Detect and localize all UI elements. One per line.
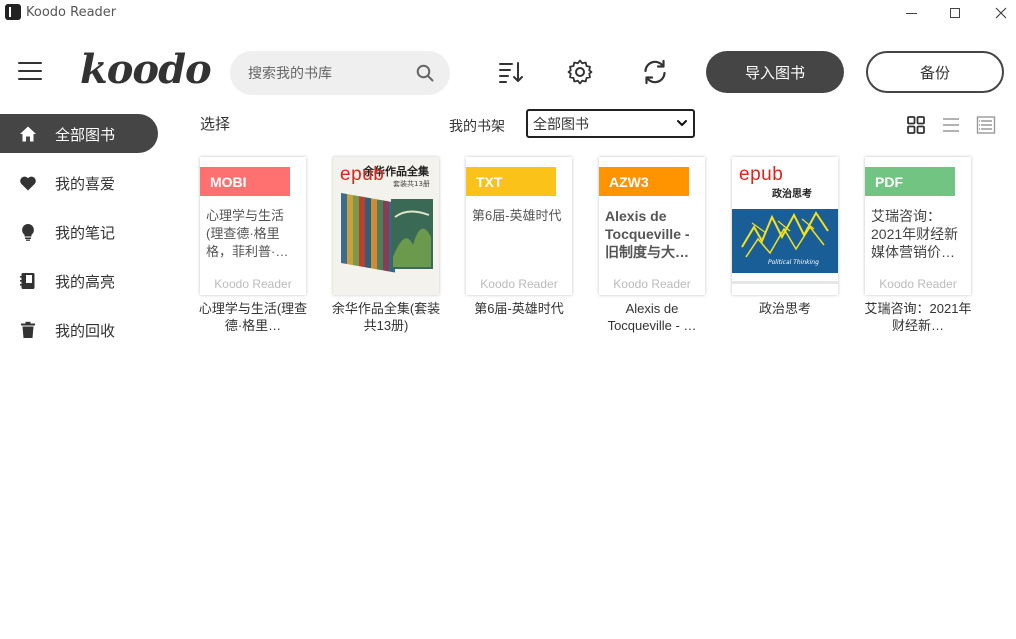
window-title: Koodo Reader [26, 5, 117, 20]
sync-icon[interactable] [641, 58, 669, 86]
book-cover[interactable]: MOBI 心理学与生活(理查德·格里格，菲利普·… Koodo Reader [200, 157, 306, 295]
book-cover[interactable]: 政治思考 Political Thinking epub [732, 157, 838, 295]
format-badge: TXT [466, 167, 556, 196]
home-icon [20, 126, 36, 142]
format-badge: PDF [865, 167, 955, 196]
cover-title: 第6届-英雄时代 [472, 208, 562, 223]
lightbulb-icon [22, 224, 34, 241]
menu-toggle-button[interactable] [18, 62, 42, 84]
book-item[interactable]: TXT 第6届-英雄时代 Koodo Reader 第6届-英雄时代 [466, 157, 572, 317]
notebook-icon [20, 273, 35, 289]
search-box[interactable] [230, 51, 450, 95]
book-item[interactable]: PDF 艾瑞咨询：2021年财经新媒体营销价… Koodo Reader 艾瑞咨… [865, 157, 971, 334]
book-item[interactable]: AZW3 Alexis de Tocqueville - 旧制度与大… Kood… [599, 157, 705, 334]
book-cover[interactable]: PDF 艾瑞咨询：2021年财经新媒体营销价… Koodo Reader [865, 157, 971, 295]
book-title: 心理学与生活(理查德·格里… [198, 301, 308, 333]
app-logo-icon [5, 4, 21, 20]
sidebar-item-label: 我的高亮 [55, 273, 116, 291]
close-button[interactable] [978, 0, 1016, 26]
shelf-select[interactable]: 全部图书 [526, 109, 695, 138]
cover-title: 心理学与生活(理查德·格里格，菲利普·… [206, 208, 289, 259]
sidebar-item-trash[interactable]: 我的回收 [0, 310, 158, 349]
sidebar-item-label: 我的喜爱 [55, 175, 116, 193]
cover-author: Koodo Reader [214, 277, 292, 291]
epub-badge: epub [340, 164, 385, 185]
epub-badge: epub [739, 164, 784, 185]
book-title: 艾瑞咨询：2021年财经新… [864, 301, 972, 333]
sidebar-item-all-books[interactable]: 全部图书 [0, 114, 158, 153]
sidebar-item-label: 全部图书 [55, 126, 116, 144]
backup-button[interactable]: 备份 [866, 51, 1004, 93]
book-cover[interactable]: TXT 第6届-英雄时代 Koodo Reader [466, 157, 572, 295]
format-badge: AZW3 [599, 167, 689, 196]
close-icon [995, 7, 1007, 19]
sidebar-item-notes[interactable]: 我的笔记 [0, 212, 158, 251]
book-title: 政治思考 [758, 301, 811, 316]
cover-text-sub: 套装共13册 [393, 180, 430, 188]
book-item[interactable]: 余华作品全集 套装共13册 epub 余华作品全集(套装共13册) [331, 157, 441, 334]
minimize-button[interactable] [888, 0, 934, 26]
search-input[interactable] [248, 63, 408, 85]
book-item[interactable]: 政治思考 Political Thinking epub 政治思考 [732, 157, 838, 317]
book-title: 第6届-英雄时代 [474, 301, 564, 316]
cover-text-sub: Political Thinking [768, 259, 819, 266]
grid-view-icon[interactable] [906, 115, 926, 135]
koodo-logo: koodo [80, 46, 212, 93]
shelf-label: 我的书架 [449, 119, 505, 135]
book-title: 余华作品全集(套装共13册) [331, 301, 441, 333]
book-title: Alexis de Tocqueville - … [607, 301, 697, 333]
format-badge: MOBI [200, 167, 290, 196]
minimize-icon [905, 12, 917, 14]
book-item[interactable]: MOBI 心理学与生活(理查德·格里格，菲利普·… Koodo Reader 心… [198, 157, 308, 334]
title-bar: Koodo Reader [0, 0, 1016, 26]
book-cover[interactable]: AZW3 Alexis de Tocqueville - 旧制度与大… Kood… [599, 157, 705, 295]
cover-title: 艾瑞咨询：2021年财经新媒体营销价… [871, 208, 959, 260]
sidebar-item-label: 我的笔记 [55, 224, 116, 242]
cover-text-top: 政治思考 [772, 189, 812, 200]
card-view-icon[interactable] [976, 115, 996, 135]
maximize-icon [950, 8, 960, 18]
import-books-button[interactable]: 导入图书 [706, 51, 844, 93]
heart-icon [20, 176, 36, 191]
cover-author: Koodo Reader [613, 277, 691, 291]
sort-icon[interactable] [497, 58, 525, 86]
shelf-select-value: 全部图书 [533, 116, 589, 133]
cover-author: Koodo Reader [480, 277, 558, 291]
select-button[interactable]: 选择 [200, 113, 230, 134]
maximize-button[interactable] [932, 0, 978, 26]
sidebar-item-label: 我的回收 [55, 322, 116, 340]
search-icon[interactable] [416, 64, 434, 82]
chevron-down-icon [677, 120, 687, 126]
list-view-icon[interactable] [941, 115, 961, 135]
gear-icon[interactable] [566, 58, 594, 86]
trash-icon [21, 321, 35, 338]
book-cover[interactable]: 余华作品全集 套装共13册 epub [333, 157, 439, 295]
sidebar-item-highlights[interactable]: 我的高亮 [0, 261, 158, 300]
cover-author: Koodo Reader [879, 277, 957, 291]
sidebar-item-favorites[interactable]: 我的喜爱 [0, 163, 158, 202]
cover-title: Alexis de Tocqueville - 旧制度与大… [605, 208, 690, 260]
